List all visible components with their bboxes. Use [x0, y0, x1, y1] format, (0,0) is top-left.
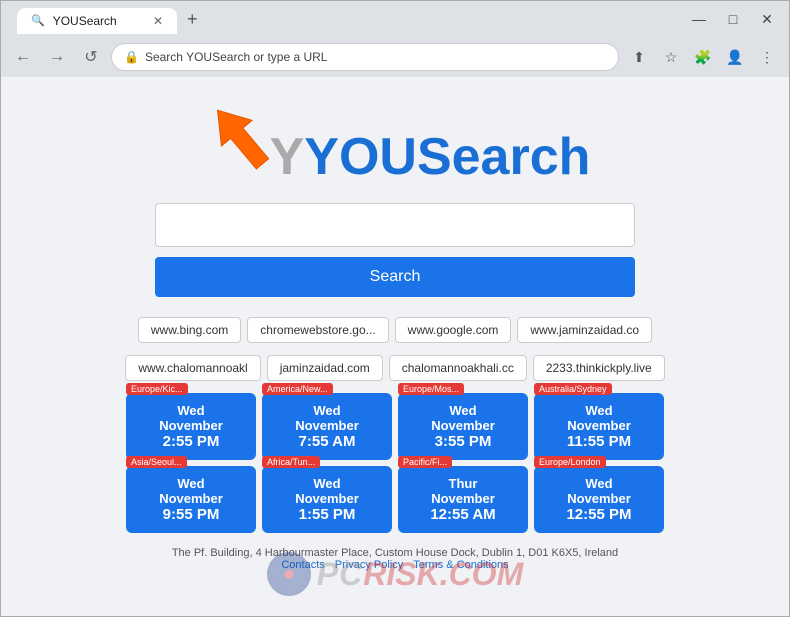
quick-link-google[interactable]: www.google.com	[395, 317, 512, 343]
clock-day: Wed	[416, 403, 510, 418]
clock-tile[interactable]: Wed November 2:55 PM	[126, 393, 256, 460]
clock-day: Wed	[144, 403, 238, 418]
browser-frame: 🔍 YOUSearch ✕ + — □ ✕ ← → ↺ 🔒 ⬆ ☆ 🧩 👤 ⋮	[0, 0, 790, 617]
clock-tile-wrapper: Europe/Kic... Wed November 2:55 PM	[126, 393, 256, 460]
quick-link-jaminzaidad[interactable]: www.jaminzaidad.co	[517, 317, 652, 343]
clock-tile-wrapper: Africa/Tun... Wed November 1:55 PM	[262, 466, 392, 533]
search-input[interactable]	[155, 203, 635, 247]
clock-time: 11:55 PM	[552, 433, 646, 450]
footer-contacts[interactable]: Contacts	[281, 559, 324, 571]
clock-tile[interactable]: Wed November 1:55 PM	[262, 466, 392, 533]
menu-icon[interactable]: ⋮	[753, 43, 781, 71]
clock-time: 9:55 PM	[144, 506, 238, 523]
window-controls: — □ ✕	[685, 5, 781, 33]
clock-timezone-label: Australia/Sydney	[534, 383, 612, 395]
page-content: YYOUSearch Search www.bing.com chromeweb…	[1, 77, 789, 616]
clock-timezone-label: Asia/Seoul...	[126, 456, 187, 468]
clock-day: Wed	[144, 476, 238, 491]
clock-month: November	[416, 491, 510, 506]
clock-tile[interactable]: Wed November 7:55 AM	[262, 393, 392, 460]
clock-tile[interactable]: Wed November 3:55 PM	[398, 393, 528, 460]
logo-section: YYOUSearch	[200, 97, 591, 187]
footer-privacy[interactable]: Privacy Policy	[335, 559, 403, 571]
logo-prefix: Y	[270, 128, 305, 186]
share-icon[interactable]: ⬆	[625, 43, 653, 71]
clock-timezone-label: Europe/Mos...	[398, 383, 464, 395]
clock-month: November	[144, 418, 238, 433]
quick-link-jaminzaidad2[interactable]: jaminzaidad.com	[267, 355, 383, 381]
clock-timezone-label: Europe/London	[534, 456, 606, 468]
bookmark-icon[interactable]: ☆	[657, 43, 685, 71]
footer-address: The Pf. Building, 4 Harbourmaster Place,…	[172, 547, 618, 559]
address-bar[interactable]: 🔒	[111, 43, 619, 71]
forward-button[interactable]: →	[43, 43, 71, 71]
active-tab[interactable]: 🔍 YOUSearch ✕	[17, 8, 177, 34]
clock-month: November	[280, 418, 374, 433]
clock-tile-wrapper: Europe/London Wed November 12:55 PM	[534, 466, 664, 533]
footer-links: Contacts Privacy Policy Terms & Conditio…	[281, 559, 508, 571]
clock-month: November	[552, 491, 646, 506]
clock-time: 1:55 PM	[280, 506, 374, 523]
tab-bar: 🔍 YOUSearch ✕ +	[9, 5, 214, 34]
clock-day: Wed	[552, 403, 646, 418]
quick-link-bing[interactable]: www.bing.com	[138, 317, 241, 343]
minimize-button[interactable]: —	[685, 5, 713, 33]
clock-tile-wrapper: Australia/Sydney Wed November 11:55 PM	[534, 393, 664, 460]
clock-timezone-label: Europe/Kic...	[126, 383, 188, 395]
quick-link-thinkickply[interactable]: 2233.thinkickply.live	[533, 355, 665, 381]
clock-tile-wrapper: Asia/Seoul... Wed November 9:55 PM	[126, 466, 256, 533]
clock-day: Thur	[416, 476, 510, 491]
clock-timezone-label: Pacific/Fi...	[398, 456, 452, 468]
nav-bar: ← → ↺ 🔒 ⬆ ☆ 🧩 👤 ⋮	[1, 37, 789, 77]
clock-tile-wrapper: America/New... Wed November 7:55 AM	[262, 393, 392, 460]
clock-month: November	[280, 491, 374, 506]
address-input[interactable]	[145, 50, 606, 64]
search-button[interactable]: Search	[155, 257, 635, 297]
profile-icon[interactable]: 👤	[721, 43, 749, 71]
extensions-icon[interactable]: 🧩	[689, 43, 717, 71]
clock-tile[interactable]: Wed November 9:55 PM	[126, 466, 256, 533]
clock-time: 12:55 AM	[416, 506, 510, 523]
tab-title: YOUSearch	[53, 14, 117, 28]
clock-timezone-label: America/New...	[262, 383, 333, 395]
nav-icons: ⬆ ☆ 🧩 👤 ⋮	[625, 43, 781, 71]
clock-tile[interactable]: Thur November 12:55 AM	[398, 466, 528, 533]
refresh-button[interactable]: ↺	[77, 43, 105, 71]
clock-month: November	[552, 418, 646, 433]
clock-time: 7:55 AM	[280, 433, 374, 450]
clock-day: Wed	[280, 403, 374, 418]
logo-text: YYOUSearch	[270, 127, 591, 187]
clock-time: 3:55 PM	[416, 433, 510, 450]
clock-month: November	[416, 418, 510, 433]
maximize-button[interactable]: □	[719, 5, 747, 33]
quick-link-chalomannoakl[interactable]: www.chalomannoakl	[125, 355, 260, 381]
tab-close-button[interactable]: ✕	[153, 14, 163, 28]
quick-links-row1: www.bing.com chromewebstore.go... www.go…	[105, 317, 685, 343]
clock-timezone-label: Africa/Tun...	[262, 456, 320, 468]
close-button[interactable]: ✕	[753, 5, 781, 33]
quick-links-row2: www.chalomannoakl jaminzaidad.com chalom…	[105, 355, 685, 381]
clock-day: Wed	[552, 476, 646, 491]
clock-time: 12:55 PM	[552, 506, 646, 523]
quick-link-chrome[interactable]: chromewebstore.go...	[247, 317, 388, 343]
clock-tile[interactable]: Wed November 11:55 PM	[534, 393, 664, 460]
back-button[interactable]: ←	[9, 43, 37, 71]
new-tab-button[interactable]: +	[179, 5, 206, 34]
clock-tile[interactable]: Wed November 12:55 PM	[534, 466, 664, 533]
title-bar: 🔍 YOUSearch ✕ + — □ ✕	[1, 1, 789, 37]
clocks-row2: Asia/Seoul... Wed November 9:55 PM Afric…	[85, 466, 705, 533]
clock-tile-wrapper: Pacific/Fi... Thur November 12:55 AM	[398, 466, 528, 533]
clock-tile-wrapper: Europe/Mos... Wed November 3:55 PM	[398, 393, 528, 460]
quick-link-chalomannoakhali[interactable]: chalomannoakhali.cc	[389, 355, 527, 381]
clock-month: November	[144, 491, 238, 506]
arrow-icon	[200, 97, 280, 177]
clocks-row1: Europe/Kic... Wed November 2:55 PM Ameri…	[85, 393, 705, 460]
clock-time: 2:55 PM	[144, 433, 238, 450]
tab-favicon: 🔍	[31, 14, 45, 27]
clock-day: Wed	[280, 476, 374, 491]
lock-icon: 🔒	[124, 50, 139, 64]
footer-terms[interactable]: Terms & Conditions	[413, 559, 508, 571]
